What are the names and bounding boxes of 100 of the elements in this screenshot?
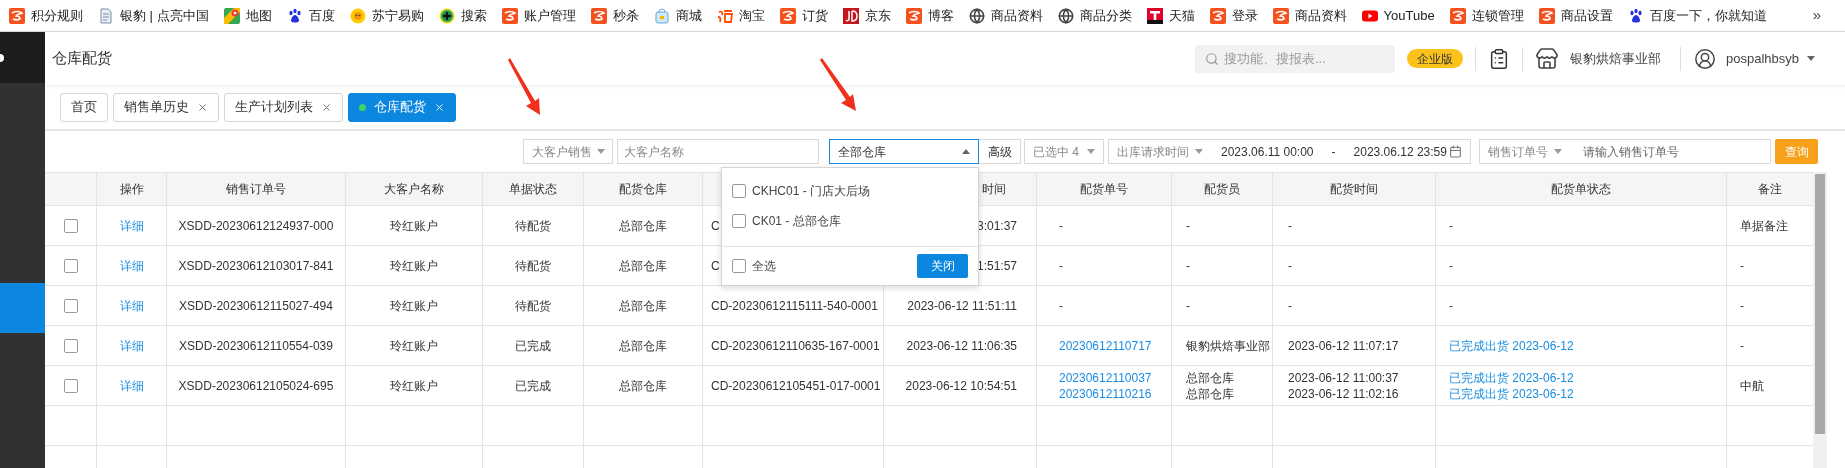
status-link[interactable]: 已完成出货 2023-06-12 [1449, 369, 1574, 386]
checkbox[interactable] [732, 183, 746, 198]
bookmark-link[interactable]: 商品资料 [1272, 5, 1347, 26]
store-name: 银豹烘焙事业部 [1570, 49, 1661, 68]
bookmark-link[interactable]: 百度 [286, 5, 335, 26]
checkbox[interactable] [63, 338, 78, 353]
bookmark-logo-icon [1538, 7, 1555, 24]
caret-icon [962, 149, 970, 154]
bookmark-link[interactable]: 积分规则 [9, 5, 83, 26]
map-pin-icon [223, 7, 240, 24]
bookmark-link[interactable]: 地图 [223, 5, 272, 26]
checkbox[interactable] [63, 218, 78, 233]
username[interactable]: pospalhbsyb [1726, 48, 1799, 69]
paw-icon [1627, 7, 1644, 24]
bookmark-logo-icon [1449, 7, 1466, 24]
selected-count-select[interactable]: 已选中 4 [1024, 139, 1104, 164]
bookmark-link[interactable]: 商品分类 [1057, 5, 1132, 26]
bookmark-logo-icon [905, 7, 922, 24]
bookmark-link[interactable]: 商品设置 [1538, 5, 1613, 26]
annotation-arrow [820, 57, 858, 113]
page-tab[interactable]: 生产计划列表 [224, 92, 343, 122]
edition-badge: 企业版 [1407, 49, 1463, 68]
detail-link[interactable]: 详细 [119, 257, 144, 274]
table-cell: 已完成 [483, 366, 584, 406]
globe-icon [1057, 7, 1074, 24]
bookmark-link[interactable]: 商品资料 [968, 5, 1043, 26]
tmall-logo-icon [1146, 7, 1163, 24]
checkbox[interactable] [732, 213, 746, 228]
bookmark-link[interactable]: 博客 [905, 5, 954, 26]
bookmark-logo-icon [9, 7, 25, 24]
document-icon [98, 7, 114, 24]
store-icon [1534, 46, 1560, 71]
scrollbar[interactable] [1813, 172, 1827, 468]
bookmark-link[interactable]: 百度一下，你就知道 [1627, 5, 1767, 26]
checkbox[interactable] [732, 259, 746, 273]
taobao-logo-icon [716, 7, 733, 24]
user-avatar-icon [1694, 47, 1716, 70]
page-tab[interactable]: 销售单历史 [113, 92, 219, 122]
logo-icon [0, 53, 4, 62]
detail-link[interactable]: 详细 [119, 217, 144, 234]
bookmark-link[interactable]: 苏宁易购 [349, 5, 424, 26]
bookmark-link[interactable]: 银豹 | 点亮中国 [98, 5, 209, 26]
checkbox[interactable] [63, 298, 78, 313]
order-number-link[interactable]: 20230612110037 [1059, 369, 1152, 386]
caret-icon [596, 149, 605, 154]
bookmark-link[interactable]: YouTube [1361, 5, 1435, 26]
bookmark-link[interactable]: 天猫 [1146, 5, 1195, 26]
table-cell: 总部仓库 [584, 366, 703, 406]
caret-icon [1087, 149, 1095, 154]
page-tab[interactable]: 仓库配货 [348, 92, 456, 122]
bookmark-logo-icon [779, 7, 796, 24]
more-bookmarks-button[interactable]: » [1812, 4, 1821, 27]
checkbox[interactable] [63, 258, 78, 273]
advanced-button[interactable]: 高级 [979, 139, 1021, 164]
bookmark-link[interactable]: 搜索 [438, 5, 487, 26]
search-box[interactable]: 搜功能、搜报表... [1195, 44, 1395, 73]
status-link[interactable]: 已完成出货 2023-06-12 [1449, 337, 1574, 354]
bookmark-logo-icon [1209, 7, 1226, 24]
bookmark-logo-icon [501, 7, 518, 24]
bookmark-link[interactable]: 商城 [653, 5, 702, 26]
clipboard-icon[interactable] [1488, 46, 1510, 71]
bag-icon [653, 7, 670, 24]
detail-link[interactable]: 详细 [119, 337, 144, 354]
bookmark-link[interactable]: 账户管理 [501, 5, 576, 26]
plus-circle-icon [438, 7, 455, 24]
bookmark-link[interactable]: 淘宝 [716, 5, 765, 26]
table-cell: 2023-06-12 11:00:37 2023-06-12 11:02:16 [1273, 366, 1436, 406]
checkbox[interactable] [63, 378, 78, 393]
search-icon [1205, 51, 1219, 66]
globe-icon [968, 7, 985, 24]
close-icon[interactable] [434, 101, 445, 113]
detail-link[interactable]: 详细 [119, 297, 144, 314]
page-tab[interactable]: 首页 [60, 92, 108, 122]
close-icon[interactable] [197, 101, 208, 113]
bookmark-link[interactable]: 连锁管理 [1449, 5, 1524, 26]
bookmark-link[interactable]: 登录 [1209, 5, 1258, 26]
status-link[interactable]: 已完成出货 2023-06-12 [1449, 385, 1574, 402]
order-number-link[interactable]: 20230612110717 [1059, 337, 1152, 354]
bookmark-link[interactable]: 订货 [779, 5, 828, 26]
close-button[interactable]: 关闭 [917, 254, 968, 278]
sun-icon [349, 7, 366, 24]
bookmark-link[interactable]: 京东 [842, 5, 891, 26]
detail-link[interactable]: 详细 [119, 377, 144, 394]
warehouse-select[interactable]: 全部仓库 [829, 139, 979, 164]
bookmark-logo-icon [1272, 7, 1289, 24]
order-number-link[interactable]: 20230612110216 [1059, 385, 1152, 402]
bookmark-link[interactable]: 秒杀 [590, 5, 639, 26]
shop-logo-icon [842, 7, 859, 24]
paw-icon [286, 7, 303, 24]
search-field[interactable]: 搜功能、搜报表... [1224, 48, 1384, 69]
table-cell: 2023-06-12 10:54:51 [884, 366, 1037, 406]
page-title: 仓库配货 [52, 48, 113, 69]
annotation-arrow [508, 57, 542, 117]
customer-name-field[interactable]: 大客户名称 [617, 139, 819, 164]
bookmark-logo-icon [590, 7, 607, 24]
customer-type-select[interactable]: 大客户销售 [523, 139, 613, 164]
table-cell: CD-20230612105451-017-0001 [703, 366, 884, 406]
table-cell: 玲红账户 [346, 366, 483, 406]
table-cell: XSDD-20230612105024-695 [167, 366, 346, 406]
close-icon[interactable] [321, 101, 332, 113]
